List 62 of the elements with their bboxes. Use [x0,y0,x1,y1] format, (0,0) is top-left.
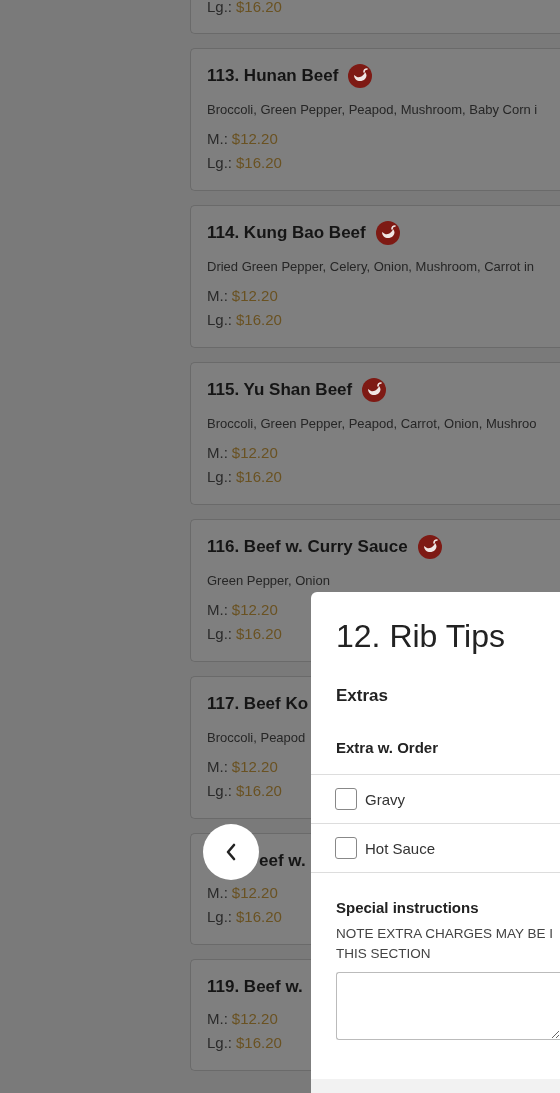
group-heading: Extra w. Order [311,708,560,775]
section-heading: Extras [335,685,389,707]
price: $12.20 [231,884,278,901]
menu-item-card[interactable]: Lg.: $16.20 [190,0,560,34]
note-text: NOTE EXTRA CHARGES MAY BE I [336,925,555,943]
price: $12.20 [231,758,278,775]
price: $12.20 [231,444,278,461]
size-label: M.: [207,1010,228,1027]
menu-item-card[interactable]: 113. Hunan Beef Broccoli, Green Pepper, Peapod, Mushroom, Baby Corn i M.: $12.20 Lg.: $16.20 [190,48,560,191]
price: $12.20 [231,1010,278,1027]
pepper-icon [417,535,442,559]
chevron-left-icon [225,843,237,861]
size-label: M.: [207,601,228,618]
item-title: 117. Beef Ko [207,694,309,714]
price: $16.20 [236,908,282,925]
size-label: Lg.: [207,782,233,799]
item-title: 115. Yu Shan Beef [207,380,353,400]
pepper-icon [348,64,373,88]
option-label: Hot Sauce [365,839,436,857]
size-label: Lg.: [207,908,233,925]
item-title: eef w. [259,851,306,871]
item-description: Broccoli, Peapod [207,729,307,747]
option-label: Gravy [365,790,405,808]
size-label: M.: [207,444,228,461]
size-label: Lg.: [207,625,233,642]
checkbox[interactable] [335,837,357,859]
size-label: Lg.: [207,311,233,328]
item-title: 113. Hunan Beef [207,66,339,86]
price: $16.20 [236,311,282,328]
instructions-label: Special instructions [336,898,480,918]
size-label: M.: [207,287,228,304]
price: $16.20 [236,625,282,642]
item-title: 116. Beef w. Curry Sauce [207,537,408,557]
checkbox[interactable] [335,788,357,810]
item-title: 114. Kung Bao Beef [207,223,366,243]
menu-item-card[interactable]: 114. Kung Bao Beef Dried Green Pepper, Celery, Onion, Mushroom, Carrot in M.: $12.20 Lg.: $16.20 [190,205,560,348]
item-description: Green Pepper, Onion [207,572,331,590]
size-label: Lg.: [207,468,233,485]
dialog-title: 12. Rib Tips [335,617,506,656]
note-text: THIS SECTION [336,945,432,963]
item-description: Broccoli, Green Pepper, Peapod, Mushroom, Baby Corn i [207,101,539,119]
size-label: M.: [207,884,228,901]
price: $12.20 [231,130,278,147]
size-label: Lg.: [207,154,233,171]
pepper-icon [362,378,387,402]
instructions-field[interactable] [336,972,560,1040]
item-description: Dried Green Pepper, Celery, Onion, Mushroom, Carrot in [207,258,536,276]
price: $16.20 [236,468,282,485]
price: $16.20 [236,782,282,799]
price: $16.20 [236,1034,282,1051]
size-label: M.: [207,130,228,147]
price: $16.20 [236,154,282,171]
item-title: 119. Beef w. [207,977,303,997]
price: $16.20 [236,0,282,15]
size-label: Lg.: [207,1034,233,1051]
menu-item-card[interactable]: 115. Yu Shan Beef Broccoli, Green Pepper, Peapod, Carrot, Onion, Mushroo M.: $12.20 Lg.: $16.20 [190,362,560,505]
price: $12.20 [231,287,278,304]
size-label: M.: [207,758,228,775]
price: $12.20 [231,601,278,618]
item-description: Broccoli, Green Pepper, Peapod, Carrot, Onion, Mushroo [207,415,538,433]
pepper-icon [375,221,400,245]
size-label: Lg.: [207,0,233,15]
